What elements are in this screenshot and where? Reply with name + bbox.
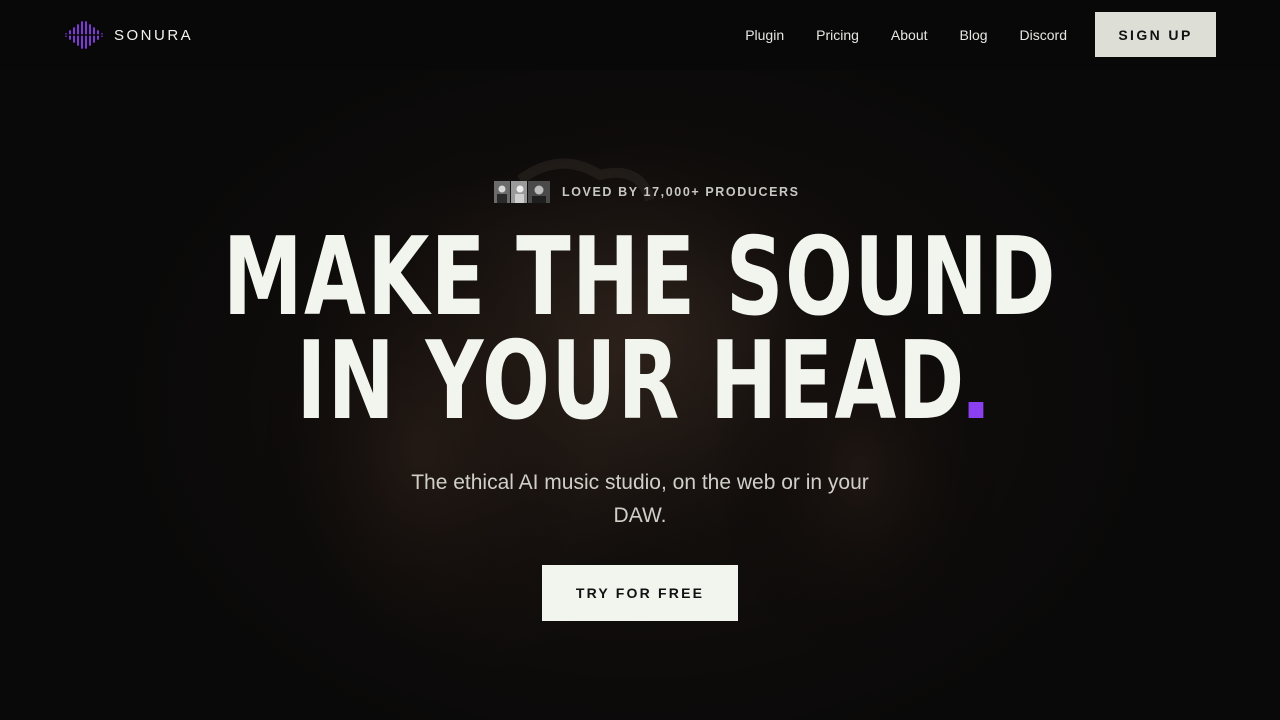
headline-line-2: IN YOUR HEAD bbox=[166, 328, 1113, 436]
nav-link-pricing[interactable]: Pricing bbox=[816, 27, 859, 43]
hero-subheading: The ethical AI music studio, on the web … bbox=[411, 471, 869, 527]
top-navigation-bar: SONURA Plugin Pricing About Blog Discord… bbox=[0, 0, 1280, 70]
waveform-diamond-icon bbox=[64, 21, 104, 49]
main-nav: Plugin Pricing About Blog Discord SIGN U… bbox=[745, 12, 1216, 57]
nav-link-plugin[interactable]: Plugin bbox=[745, 27, 784, 43]
nav-link-blog[interactable]: Blog bbox=[960, 27, 988, 43]
social-proof-badge: LOVED BY 17,000+ PRODUCERS bbox=[494, 181, 800, 203]
try-for-free-button[interactable]: TRY FOR FREE bbox=[542, 565, 738, 621]
brand-name: SONURA bbox=[114, 26, 194, 44]
producer-avatar-icon bbox=[511, 181, 527, 203]
avatar-stack bbox=[494, 181, 550, 203]
nav-link-about[interactable]: About bbox=[891, 27, 928, 43]
producer-avatar-icon bbox=[528, 181, 550, 203]
producer-avatar-icon bbox=[494, 181, 510, 203]
accent-period bbox=[968, 402, 984, 418]
brand-logo[interactable]: SONURA bbox=[64, 19, 193, 51]
headline-line-1: MAKE THE SOUND bbox=[223, 215, 1057, 340]
nav-link-discord[interactable]: Discord bbox=[1020, 27, 1067, 43]
hero-headline: MAKE THE SOUND IN YOUR HEAD bbox=[0, 215, 1280, 436]
headline-line-2-text: IN YOUR HEAD bbox=[296, 319, 966, 444]
landing-page: SONURA Plugin Pricing About Blog Discord… bbox=[0, 0, 1280, 720]
social-proof-text: LOVED BY 17,000+ PRODUCERS bbox=[562, 185, 800, 199]
sign-up-button[interactable]: SIGN UP bbox=[1095, 12, 1216, 57]
